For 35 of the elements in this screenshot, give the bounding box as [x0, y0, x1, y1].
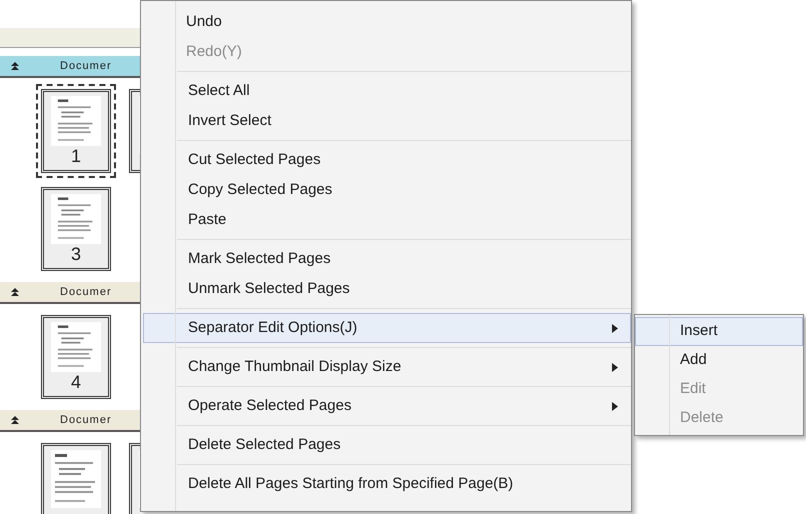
menu-item[interactable]: Select All: [143, 76, 631, 106]
page-number: 4: [70, 372, 81, 392]
menu-item[interactable]: Undo: [141, 7, 631, 37]
page-thumbnail[interactable]: 1: [36, 84, 116, 178]
menu-item[interactable]: Delete All Pages Starting from Specified Page(B): [143, 469, 631, 499]
collapse-icon[interactable]: [10, 415, 20, 425]
document-page-drawing: [51, 96, 101, 146]
section-title: Documer: [60, 58, 112, 74]
document-page-drawing: [51, 450, 101, 508]
submenu-item[interactable]: Add: [635, 346, 803, 375]
section-title: Documer: [60, 412, 112, 428]
page-number: 3: [70, 244, 81, 264]
menu-item[interactable]: Invert Select: [143, 106, 631, 136]
section-title: Documer: [60, 284, 112, 300]
collapse-icon[interactable]: [10, 61, 20, 71]
menu-item[interactable]: Unmark Selected Pages: [143, 274, 631, 304]
menu-item[interactable]: Cut Selected Pages: [143, 145, 631, 175]
menu-item[interactable]: Paste: [143, 205, 631, 235]
page-number: 1: [70, 146, 81, 166]
menu-item[interactable]: Operate Selected Pages: [143, 391, 631, 421]
menu-item[interactable]: Separator Edit Options(J): [143, 313, 631, 343]
document-page-drawing: [51, 194, 101, 244]
submenu-arrow-icon: [612, 324, 618, 332]
submenu-arrow-icon: [612, 402, 618, 410]
section-header[interactable]: Documer: [0, 410, 140, 432]
section-header[interactable]: Documer: [0, 56, 140, 78]
submenu-arrow-icon: [612, 362, 618, 372]
submenu-item[interactable]: Insert: [635, 317, 803, 346]
menu-item[interactable]: Change Thumbnail Display Size: [143, 352, 631, 382]
collapse-icon[interactable]: [10, 287, 20, 297]
menu-item[interactable]: Delete Selected Pages: [143, 430, 631, 460]
menu-item[interactable]: Mark Selected Pages: [143, 244, 631, 274]
menu-item[interactable]: Copy Selected Pages: [143, 175, 631, 205]
section-header[interactable]: Documer: [0, 282, 140, 304]
document-page-drawing: [51, 322, 101, 372]
